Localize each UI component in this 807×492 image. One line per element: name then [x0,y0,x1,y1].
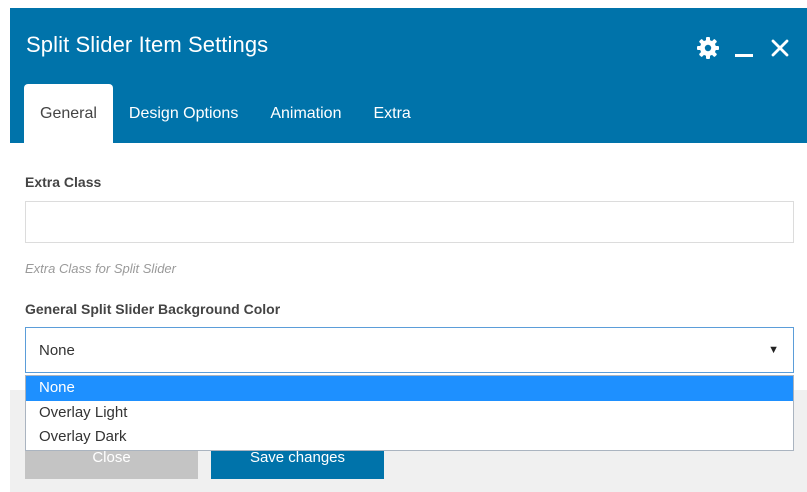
minimize-icon[interactable] [731,35,757,61]
tab-animation[interactable]: Animation [254,84,357,143]
close-icon[interactable] [767,35,793,61]
bg-color-label: General Split Slider Background Color [25,301,281,317]
extra-class-label: Extra Class [25,174,102,190]
option-none[interactable]: None [26,376,793,401]
bg-color-selected-value: None [39,341,75,359]
option-overlay-light[interactable]: Overlay Light [26,401,793,426]
window-controls [695,35,793,61]
tab-design-options[interactable]: Design Options [113,84,254,143]
extra-class-input[interactable] [25,201,794,243]
bg-color-select[interactable]: None ▼ [25,327,794,373]
tab-general[interactable]: General [24,84,113,143]
dropdown-arrow-icon: ▼ [768,344,779,356]
tab-bar: General Design Options Animation Extra [24,84,427,143]
modal-title: Split Slider Item Settings [26,32,269,57]
settings-modal: Split Slider Item Settings General Desig… [10,8,807,492]
bg-color-options-list: None Overlay Light Overlay Dark [25,375,794,451]
tab-extra[interactable]: Extra [357,84,426,143]
modal-header: Split Slider Item Settings General Desig… [10,8,807,143]
gear-icon[interactable] [695,35,721,61]
extra-class-help: Extra Class for Split Slider [25,261,176,276]
option-overlay-dark[interactable]: Overlay Dark [26,425,793,450]
